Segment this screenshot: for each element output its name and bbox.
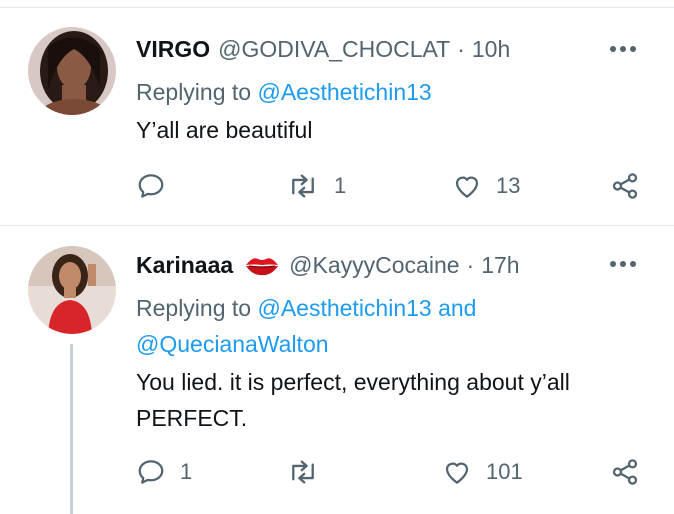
share-icon: [612, 459, 638, 485]
retweet-icon: [292, 174, 314, 198]
more-icon[interactable]: [608, 39, 638, 59]
reply-button[interactable]: [136, 166, 180, 206]
tweet[interactable]: Karinaaa @KayyyCocaine · 17h Replying to…: [0, 226, 674, 514]
mention-link[interactable]: @Aesthetichin13: [257, 79, 431, 105]
lips-emoji: [245, 255, 279, 276]
share-button[interactable]: [610, 166, 640, 206]
user-handle[interactable]: @GODIVA_CHOCLAT: [218, 36, 450, 63]
share-button[interactable]: [610, 452, 640, 492]
more-icon[interactable]: [608, 254, 638, 274]
replying-to: Replying to @Aesthetichin13: [136, 74, 432, 110]
tweet-header: VIRGO @GODIVA_CHOCLAT · 10h: [136, 32, 510, 66]
replying-to-label: Replying to: [136, 79, 258, 105]
like-icon: [455, 176, 479, 198]
mention-link[interactable]: @QuecianaWalton: [136, 331, 329, 357]
like-button[interactable]: 101: [442, 452, 523, 492]
tweet-header: Karinaaa @KayyyCocaine · 17h: [136, 248, 520, 282]
reply-button[interactable]: 1: [136, 452, 192, 492]
like-button[interactable]: 13: [452, 166, 520, 206]
avatar[interactable]: [28, 27, 116, 115]
tweet-text-line: PERFECT.: [136, 405, 248, 431]
like-count: 13: [496, 173, 521, 198]
retweet-button[interactable]: 1: [286, 166, 346, 206]
replying-to-label: Replying to: [136, 295, 258, 321]
reply-count: 1: [180, 459, 193, 484]
replying-to: Replying to @Aesthetichin13 and @Quecian…: [136, 290, 476, 362]
tweet-text: You lied. it is perfect, everything abou…: [136, 364, 656, 436]
like-count: 101: [486, 459, 523, 484]
tweet[interactable]: VIRGO @GODIVA_CHOCLAT · 10h Replying to …: [0, 8, 674, 226]
timestamp[interactable]: 10h: [472, 36, 510, 63]
user-handle[interactable]: @KayyyCocaine: [289, 252, 459, 279]
tweet-text-line: You lied. it is perfect, everything abou…: [136, 369, 570, 395]
mention-link[interactable]: @Aesthetichin13 and: [257, 295, 476, 321]
reply-icon: [138, 460, 164, 484]
tweet-text: Y’all are beautiful: [136, 112, 656, 148]
like-icon: [445, 462, 469, 484]
separator-dot: ·: [466, 251, 475, 278]
reply-icon: [138, 174, 164, 198]
retweet-icon: [292, 460, 314, 484]
timestamp[interactable]: 17h: [481, 252, 519, 279]
avatar-image: [28, 246, 116, 334]
display-name[interactable]: Karinaaa: [136, 252, 233, 279]
avatar-image: [28, 27, 116, 115]
retweet-count: 1: [334, 173, 347, 198]
separator-dot: ·: [457, 35, 465, 62]
share-icon: [612, 173, 638, 199]
top-divider: [0, 0, 674, 8]
display-name[interactable]: VIRGO: [136, 36, 210, 63]
avatar[interactable]: [28, 246, 116, 334]
tweet-text-line: Y’all are beautiful: [136, 117, 313, 143]
retweet-button[interactable]: [286, 452, 334, 492]
tweet-actions: 1 13: [0, 166, 674, 206]
tweet-actions: 1 101: [0, 452, 674, 492]
